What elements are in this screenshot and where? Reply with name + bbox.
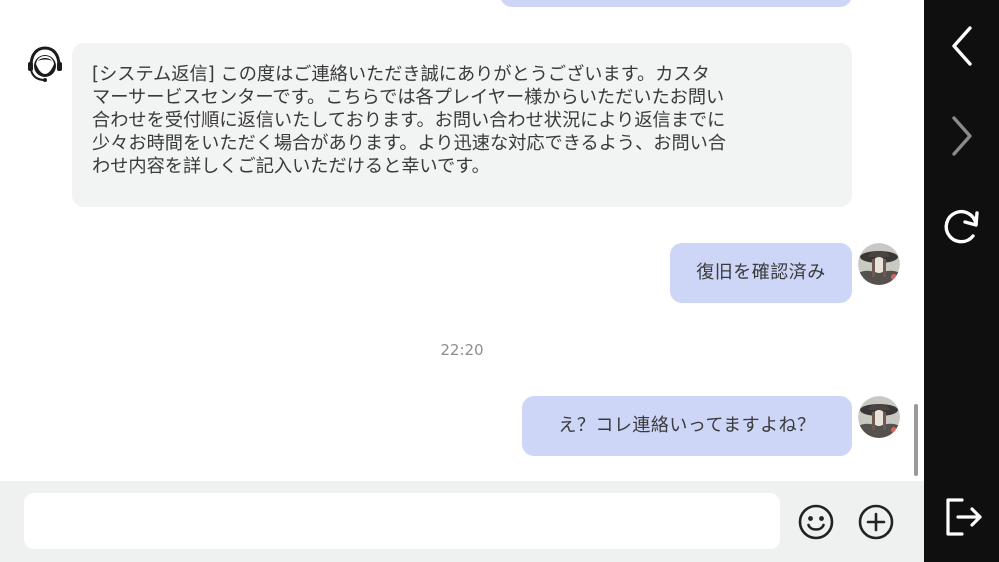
chat-scrollbar[interactable] (914, 404, 918, 476)
previous-message-bubble (500, 0, 852, 7)
user-message-bubble: え？コレ連絡いってますよね？ (522, 396, 852, 456)
side-panel (924, 0, 999, 562)
input-bar (0, 481, 924, 562)
user-avatar[interactable] (858, 396, 900, 438)
user-message-bubble: 復旧を確認済み (670, 243, 852, 303)
message-timestamp: 22:20 (440, 341, 484, 359)
chevron-left-icon[interactable] (936, 20, 988, 72)
message-input[interactable] (24, 493, 780, 549)
smiley-icon[interactable] (797, 503, 835, 541)
refresh-icon[interactable] (936, 202, 988, 254)
support-message-bubble: [システム返信] この度はご連絡いただき誠にありがとうございます。カスタ マーサ… (72, 43, 852, 207)
chat-area: [システム返信] この度はご連絡いただき誠にありがとうございます。カスタ マーサ… (0, 0, 924, 481)
exit-icon[interactable] (936, 491, 988, 543)
plus-circle-icon[interactable] (857, 503, 895, 541)
user-avatar[interactable] (858, 243, 900, 285)
chevron-right-icon[interactable] (936, 110, 988, 162)
headset-agent-icon (28, 46, 62, 82)
